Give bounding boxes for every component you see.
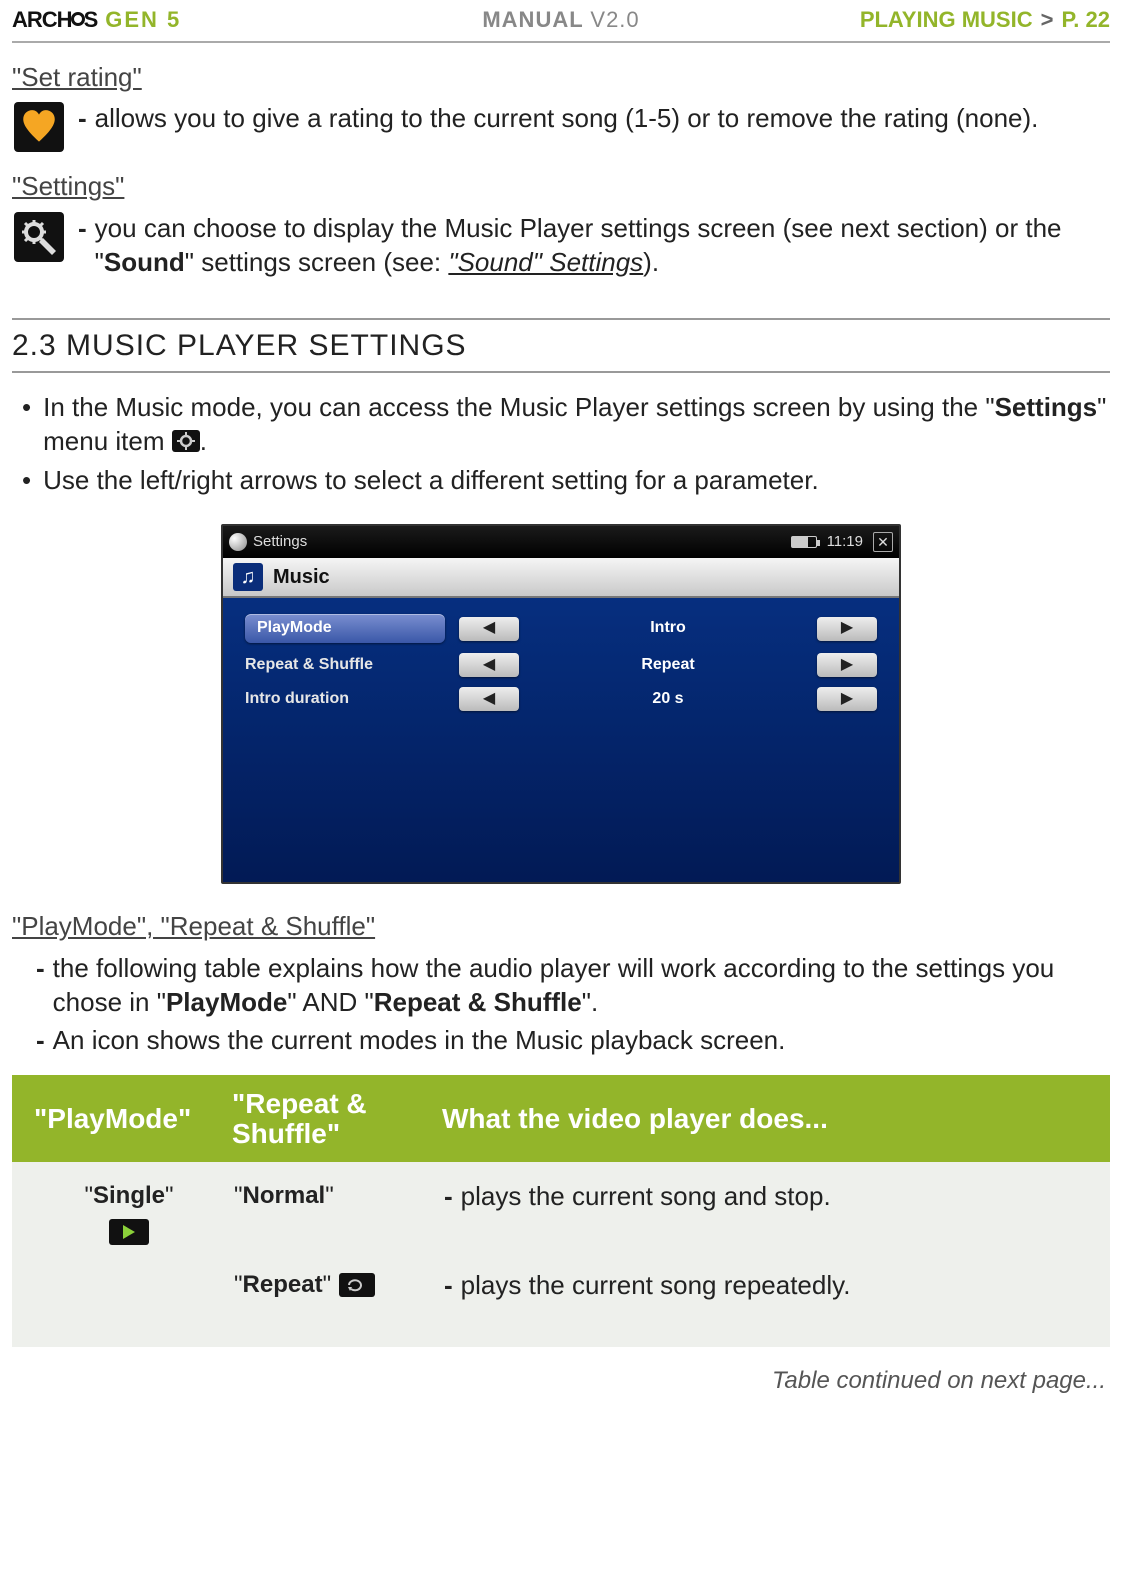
playmode-table: "PlayMode" "Repeat & Shuffle" What the v…: [12, 1075, 1110, 1347]
product-gen: GEN 5: [105, 6, 181, 35]
dash-bullet: -: [78, 212, 87, 280]
th-repeat-shuffle: "Repeat & Shuffle": [232, 1089, 442, 1148]
playmode-heading: "PlayMode", "Repeat & Shuffle": [12, 910, 1110, 944]
arrow-left-icon[interactable]: ◀: [459, 687, 519, 711]
page-number: P. 22: [1061, 6, 1110, 35]
header-center: MANUAL V2.0: [482, 6, 639, 35]
set-rating-text: allows you to give a rating to the curre…: [95, 102, 1039, 136]
th-description: What the video player does...: [442, 1101, 1100, 1137]
cell-repeat-shuffle: "Normal": [234, 1180, 444, 1211]
bullet-item: • In the Music mode, you can access the …: [22, 391, 1110, 459]
ss-setting-value: Repeat: [533, 655, 803, 676]
device-screenshot: Settings 11:19 ✕ ♫ Music PlayMode ◀ Intro ▶…: [221, 524, 901, 884]
table-body: "Single""Normal"-plays the current song …: [12, 1162, 1110, 1347]
section-name: PLAYING MUSIC: [860, 6, 1033, 35]
ss-panel-title: Music: [273, 564, 330, 590]
breadcrumb-separator: >: [1041, 6, 1054, 35]
settings-desc: - you can choose to display the Music Pl…: [78, 212, 1110, 280]
brand-logo: ARCHS: [12, 6, 97, 35]
manual-version: V2.0: [590, 7, 639, 32]
table-header: "PlayMode" "Repeat & Shuffle" What the v…: [12, 1075, 1110, 1162]
playmode-desc-1: - the following table explains how the a…: [36, 952, 1110, 1020]
gear-wrench-icon: [14, 212, 64, 262]
arrow-right-icon[interactable]: ▶: [817, 687, 877, 711]
settings-text: you can choose to display the Music Play…: [95, 212, 1110, 280]
battery-icon: [791, 536, 817, 548]
page-header: ARCHS GEN 5 MANUAL V2.0 PLAYING MUSIC > …: [12, 0, 1110, 43]
bullet-item: • Use the left/right arrows to select a …: [22, 464, 1110, 498]
settings-row: - you can choose to display the Music Pl…: [12, 212, 1110, 280]
close-icon[interactable]: ✕: [873, 532, 893, 552]
cell-repeat-shuffle: "Repeat": [234, 1269, 444, 1300]
music-note-icon: ♫: [233, 563, 263, 591]
ss-time: 11:19: [827, 532, 863, 552]
table-continued-note: Table continued on next page...: [12, 1365, 1110, 1396]
section-2-3-title: 2.3 MUSIC PLAYER SETTINGS: [12, 318, 1110, 373]
ss-setting-name: PlayMode: [245, 614, 445, 643]
ss-panel-header: ♫ Music: [223, 558, 899, 598]
th-playmode: "PlayMode": [22, 1101, 232, 1137]
sound-settings-link[interactable]: "Sound" Settings: [448, 247, 643, 277]
repeat-icon: [339, 1273, 375, 1297]
table-row: "Repeat"-plays the current song repeated…: [24, 1269, 1098, 1303]
gear-icon: [172, 430, 200, 452]
ss-setting-name: Repeat & Shuffle: [245, 655, 445, 676]
ss-setting-row: Repeat & Shuffle ◀ Repeat ▶: [245, 653, 877, 677]
ss-setting-value: Intro: [533, 618, 803, 639]
cell-description: -plays the current song and stop.: [444, 1180, 1098, 1214]
section-2-3-bullets: • In the Music mode, you can access the …: [12, 391, 1110, 498]
arrow-right-icon[interactable]: ▶: [817, 617, 877, 641]
heart-icon: [14, 102, 64, 152]
ss-setting-value: 20 s: [533, 689, 803, 710]
settings-heading: "Settings": [12, 170, 1110, 204]
ss-topbar: Settings 11:19 ✕: [223, 526, 899, 558]
set-rating-row: - allows you to give a rating to the cur…: [12, 102, 1110, 152]
cell-description: -plays the current song repeatedly.: [444, 1269, 1098, 1303]
set-rating-desc: - allows you to give a rating to the cur…: [78, 102, 1110, 136]
ss-setting-name: Intro duration: [245, 689, 445, 710]
dash-bullet: -: [78, 102, 87, 136]
arrow-left-icon[interactable]: ◀: [459, 617, 519, 641]
ss-body: PlayMode◀Intro▶Repeat & Shuffle◀Repeat▶I…: [223, 598, 899, 737]
cell-playmode: "Single": [24, 1180, 234, 1245]
table-row: "Single""Normal"-plays the current song …: [24, 1180, 1098, 1245]
playmode-desc-2: - An icon shows the current modes in the…: [36, 1024, 1110, 1058]
gear-icon: [229, 533, 247, 551]
ss-topbar-label: Settings: [253, 532, 307, 552]
header-right: PLAYING MUSIC > P. 22: [860, 6, 1110, 35]
manual-label: MANUAL: [482, 7, 583, 32]
header-left: ARCHS GEN 5: [12, 6, 181, 35]
ss-setting-row: PlayMode ◀ Intro ▶: [245, 614, 877, 643]
play-single-icon: [109, 1219, 149, 1245]
arrow-right-icon[interactable]: ▶: [817, 653, 877, 677]
set-rating-heading: "Set rating": [12, 61, 1110, 95]
ss-setting-row: Intro duration ◀ 20 s ▶: [245, 687, 877, 711]
arrow-left-icon[interactable]: ◀: [459, 653, 519, 677]
